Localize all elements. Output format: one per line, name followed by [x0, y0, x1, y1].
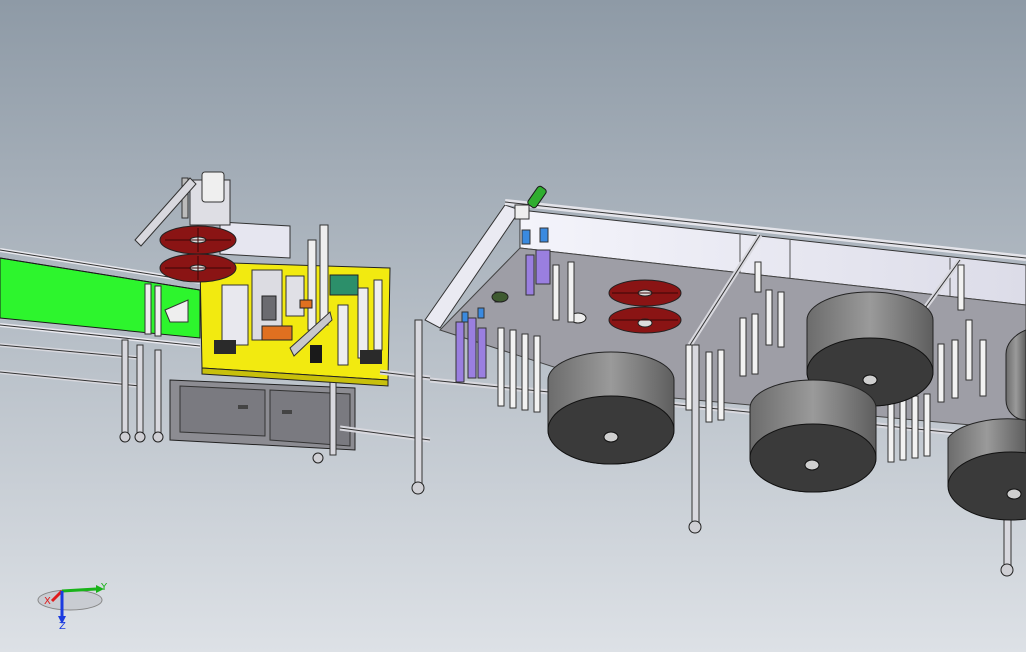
cad-viewport[interactable]: Y X Z — [0, 0, 1026, 652]
fabric-roll[interactable] — [947, 418, 1026, 521]
axis-y-label: Y — [100, 582, 108, 593]
cad-model-canvas[interactable]: Y X Z — [0, 0, 1026, 652]
ear-loop-reel[interactable] — [608, 279, 682, 307]
fabric-roll[interactable] — [749, 379, 877, 493]
axis-x-label: X — [44, 596, 51, 607]
axis-y-arrow — [61, 587, 97, 593]
ear-loop-reel[interactable] — [159, 253, 237, 283]
fabric-roll[interactable] — [547, 351, 675, 465]
fabric-roll[interactable] — [1005, 329, 1026, 421]
ear-loop-reel[interactable] — [608, 306, 682, 334]
axis-z-label: Z — [59, 621, 66, 632]
ear-loop-reel[interactable] — [159, 225, 237, 255]
